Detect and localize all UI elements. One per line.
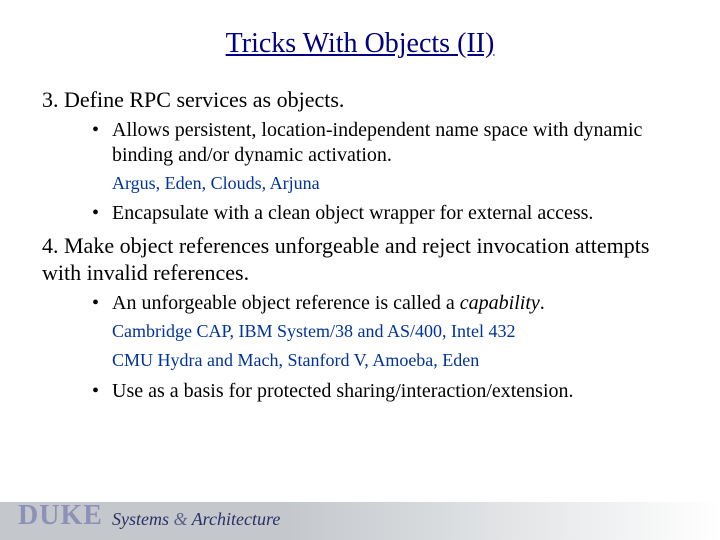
item-4-b1-pre: An unforgeable object reference is calle… (112, 292, 460, 314)
slide-body: Tricks With Objects (II) 3. Define RPC s… (0, 0, 720, 404)
footer-gradient (0, 502, 720, 540)
duke-logo-text: DUKE (18, 500, 103, 532)
item-4-examples-2: CMU Hydra and Mach, Stanford V, Amoeba, … (112, 349, 678, 372)
item-3: 3. Define RPC services as objects. (42, 86, 678, 114)
capability-term: capability (460, 292, 540, 314)
item-4-examples-1: Cambridge CAP, IBM System/38 and AS/400,… (112, 320, 678, 343)
ampersand: & (169, 509, 192, 529)
item-4: 4. Make object references unforgeable an… (42, 232, 678, 287)
systems-word: Systems (112, 509, 169, 529)
architecture-word: Architecture (192, 509, 281, 529)
item-3-bullet-2: Encapsulate with a clean object wrapper … (92, 201, 678, 226)
item-3-examples: Argus, Eden, Clouds, Arjuna (112, 172, 678, 195)
systems-architecture-label: Systems & Architecture (112, 509, 280, 530)
item-3-bullet-1: Allows persistent, location-independent … (92, 118, 678, 168)
item-4-b1-post: . (540, 292, 545, 314)
slide-title: Tricks With Objects (II) (42, 28, 678, 60)
item-4-bullet-2: Use as a basis for protected sharing/int… (92, 379, 678, 404)
footer: DUKE Systems & Architecture (0, 502, 720, 540)
item-4-bullet-1: An unforgeable object reference is calle… (92, 291, 678, 316)
